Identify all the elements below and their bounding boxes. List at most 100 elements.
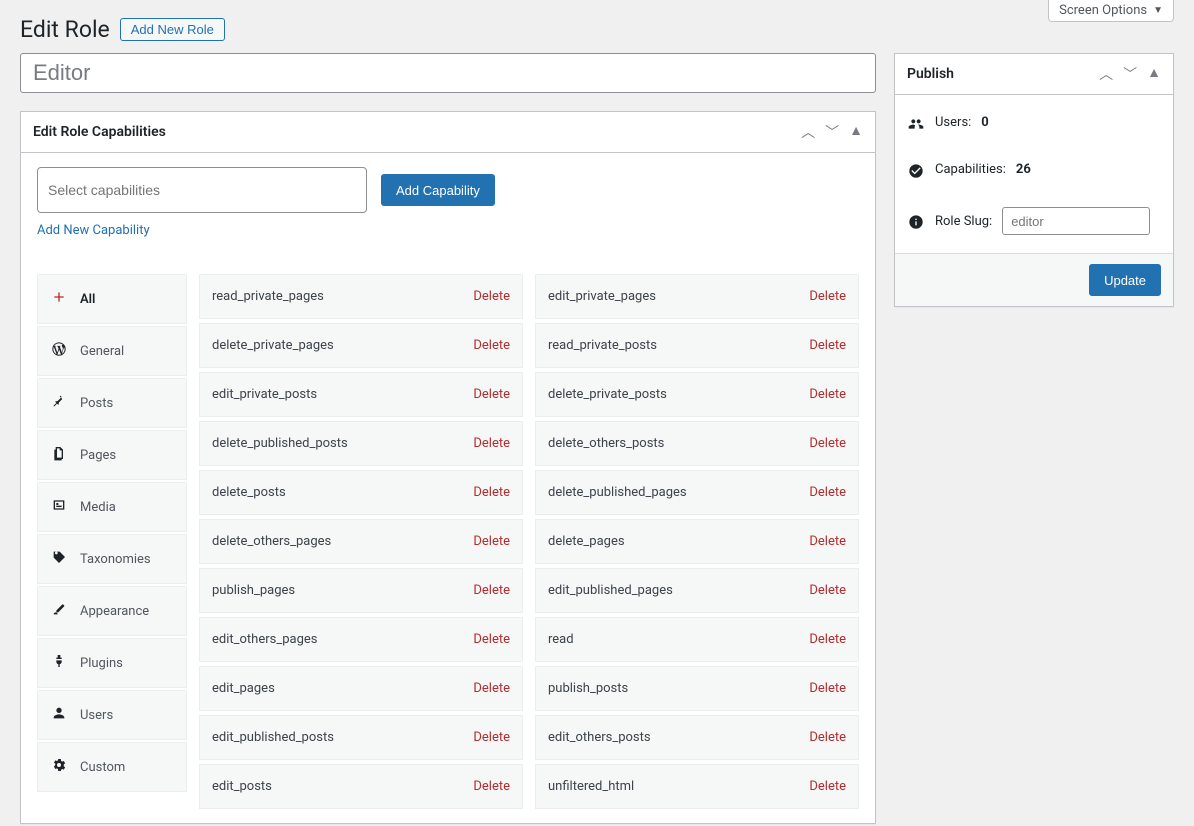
delete-capability-link[interactable]: Delete — [809, 338, 846, 353]
capability-name: edit_published_pages — [548, 583, 673, 598]
capability-row: edit_others_pages Delete — [199, 617, 523, 662]
capability-name: edit_posts — [212, 779, 272, 794]
delete-capability-link[interactable]: Delete — [473, 534, 510, 549]
capability-row: delete_pages Delete — [535, 519, 859, 564]
update-button[interactable]: Update — [1089, 264, 1161, 296]
capability-row: delete_private_postsDelete — [535, 372, 859, 417]
tab-all[interactable]: All — [37, 274, 187, 324]
delete-capability-link[interactable]: Delete — [809, 387, 846, 402]
delete-capability-link[interactable]: Delete — [473, 338, 510, 353]
gear-icon — [50, 757, 68, 777]
collapse-icon[interactable]: ▲ — [1147, 64, 1161, 84]
capability-name: publish_posts — [548, 681, 628, 696]
capability-row: edit_private_postsDelete — [199, 372, 523, 417]
move-down-icon[interactable]: ﹀ — [825, 122, 839, 142]
publish-users-line: Users: 0 — [907, 113, 1161, 132]
capability-row: delete_others_postsDelete — [535, 421, 859, 466]
tab-general[interactable]: General — [37, 326, 187, 376]
capabilities-value: 26 — [1016, 162, 1031, 177]
tab-label: Plugins — [80, 656, 123, 671]
capability-row: delete_private_pages Delete — [199, 323, 523, 368]
check-circle-icon — [907, 160, 925, 179]
tab-posts[interactable]: Posts — [37, 378, 187, 428]
capabilities-area: All General Posts Pages Media Taxonomies Appea… — [37, 274, 859, 809]
capability-name: delete_private_pages — [212, 338, 334, 353]
delete-capability-link[interactable]: Delete — [809, 583, 846, 598]
tab-users[interactable]: Users — [37, 690, 187, 740]
tab-taxonomies[interactable]: Taxonomies — [37, 534, 187, 584]
capability-input-row: Add Capability — [37, 167, 859, 213]
tab-pages[interactable]: Pages — [37, 430, 187, 480]
capabilities-panel-header: Edit Role Capabilities ︿ ﹀ ▲ — [21, 112, 875, 153]
delete-capability-link[interactable]: Delete — [473, 387, 510, 402]
delete-capability-link[interactable]: Delete — [473, 289, 510, 304]
users-value: 0 — [981, 115, 988, 130]
capability-row: edit_others_postsDelete — [535, 715, 859, 760]
capability-row: delete_published_pagesDelete — [535, 470, 859, 515]
pages-icon — [50, 445, 68, 465]
tab-label: Taxonomies — [80, 552, 151, 567]
tab-appearance[interactable]: Appearance — [37, 586, 187, 636]
role-name-input[interactable] — [20, 53, 876, 93]
tag-icon — [50, 549, 68, 569]
capability-tabs: All General Posts Pages Media Taxonomies Appea… — [37, 274, 187, 792]
delete-capability-link[interactable]: Delete — [473, 730, 510, 745]
delete-capability-link[interactable]: Delete — [473, 632, 510, 647]
delete-capability-link[interactable]: Delete — [809, 289, 846, 304]
panel-controls: ︿ ﹀ ▲ — [801, 122, 863, 142]
wp-icon — [50, 341, 68, 361]
delete-capability-link[interactable]: Delete — [473, 779, 510, 794]
delete-capability-link[interactable]: Delete — [809, 632, 846, 647]
delete-capability-link[interactable]: Delete — [809, 485, 846, 500]
add-new-role-button[interactable]: Add New Role — [120, 18, 225, 41]
select-capabilities-input[interactable] — [37, 167, 367, 213]
page-header: Edit Role Add New Role — [0, 0, 1194, 53]
tab-label: Posts — [80, 396, 113, 411]
capability-name: edit_pages — [212, 681, 275, 696]
tab-custom[interactable]: Custom — [37, 742, 187, 792]
capability-row: edit_published_pages Delete — [535, 568, 859, 613]
delete-capability-link[interactable]: Delete — [473, 485, 510, 500]
move-up-icon[interactable]: ︿ — [1099, 64, 1113, 84]
delete-capability-link[interactable]: Delete — [809, 436, 846, 451]
page-title: Edit Role — [20, 16, 110, 43]
info-icon — [907, 212, 925, 231]
capability-row: publish_pagesDelete — [199, 568, 523, 613]
capability-row: delete_published_postsDelete — [199, 421, 523, 466]
capability-name: edit_others_pages — [212, 632, 317, 647]
capability-row: read_private_postsDelete — [535, 323, 859, 368]
publish-panel-controls: ︿ ﹀ ▲ — [1099, 64, 1161, 84]
delete-capability-link[interactable]: Delete — [809, 730, 846, 745]
brush-icon — [50, 601, 68, 621]
main-column: Edit Role Capabilities ︿ ﹀ ▲ Add Capabil… — [20, 53, 876, 824]
add-capability-button[interactable]: Add Capability — [381, 174, 495, 206]
chevron-down-icon: ▼ — [1153, 5, 1163, 16]
tab-label: Pages — [80, 448, 116, 463]
capability-row: read_private_pagesDelete — [199, 274, 523, 319]
delete-capability-link[interactable]: Delete — [473, 681, 510, 696]
role-slug-input[interactable] — [1002, 207, 1150, 235]
capability-row: edit_private_pagesDelete — [535, 274, 859, 319]
delete-capability-link[interactable]: Delete — [473, 436, 510, 451]
capability-row: unfiltered_html Delete — [535, 764, 859, 809]
sidebar-column: Publish ︿ ﹀ ▲ Users: 0 — [894, 53, 1174, 824]
add-new-capability-link[interactable]: Add New Capability — [37, 223, 150, 238]
move-up-icon[interactable]: ︿ — [801, 122, 815, 142]
tab-plugins[interactable]: Plugins — [37, 638, 187, 688]
delete-capability-link[interactable]: Delete — [809, 534, 846, 549]
capability-name: unfiltered_html — [548, 779, 634, 794]
collapse-icon[interactable]: ▲ — [849, 122, 863, 142]
tab-media[interactable]: Media — [37, 482, 187, 532]
delete-capability-link[interactable]: Delete — [809, 779, 846, 794]
move-down-icon[interactable]: ﹀ — [1123, 64, 1137, 84]
capability-row: publish_posts Delete — [535, 666, 859, 711]
screen-options-toggle[interactable]: Screen Options ▼ — [1048, 0, 1174, 22]
capability-name: delete_pages — [548, 534, 625, 549]
delete-capability-link[interactable]: Delete — [809, 681, 846, 696]
capability-row: delete_postsDelete — [199, 470, 523, 515]
plus-icon — [50, 289, 68, 309]
tab-label: Users — [80, 708, 113, 723]
tab-label: General — [80, 344, 124, 359]
pin-icon — [50, 393, 68, 413]
delete-capability-link[interactable]: Delete — [473, 583, 510, 598]
